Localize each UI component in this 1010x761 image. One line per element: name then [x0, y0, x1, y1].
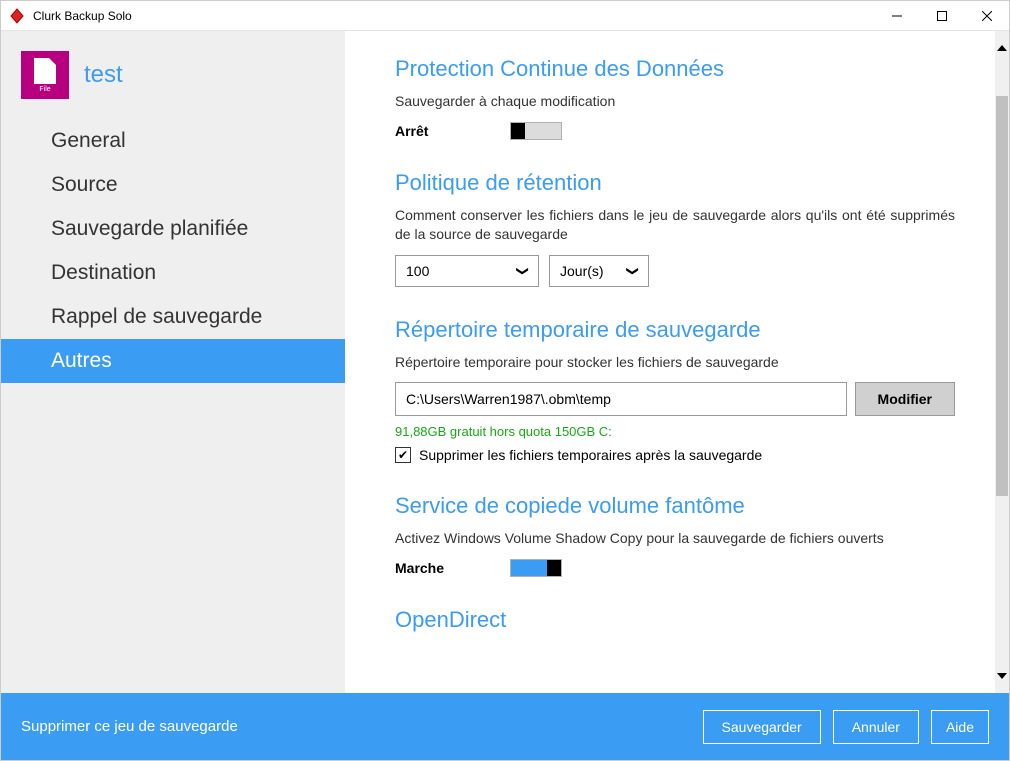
content-area: Protection Continue des Données Sauvegar… — [345, 31, 995, 693]
maximize-button[interactable] — [919, 1, 964, 30]
section-title-tempdir: Répertoire temporaire de sauvegarde — [395, 317, 955, 343]
section-title-retention: Politique de rétention — [395, 170, 955, 196]
save-button[interactable]: Sauvegarder — [703, 710, 821, 744]
nav-others[interactable]: Autres — [1, 339, 345, 383]
free-space-text: 91,88GB gratuit hors quota 150GB C: — [395, 424, 955, 439]
scroll-down-arrow-icon[interactable] — [995, 669, 1009, 683]
section-desc-tempdir: Répertoire temporaire pour stocker les f… — [395, 353, 955, 373]
help-button[interactable]: Aide — [931, 710, 989, 744]
modify-button[interactable]: Modifier — [855, 382, 955, 416]
scroll-thumb[interactable] — [996, 96, 1008, 496]
close-button[interactable] — [964, 1, 1009, 30]
toggle-vss[interactable] — [510, 559, 562, 577]
app-icon — [9, 8, 25, 24]
titlebar: Clurk Backup Solo — [1, 1, 1009, 31]
toggle-label-cdp: Arrêt — [395, 123, 510, 139]
nav-source[interactable]: Source — [1, 163, 345, 207]
retention-unit-value: Jour(s) — [560, 263, 604, 279]
profile-type-icon: File — [21, 51, 69, 99]
scrollbar[interactable] — [995, 31, 1009, 693]
section-desc-retention: Comment conserver les fichiers dans le j… — [395, 206, 955, 245]
chevron-down-icon: ❯ — [516, 266, 530, 276]
section-title-vss: Service de copiede volume fantôme — [395, 493, 955, 519]
sidebar: File test General Source Sauvegarde plan… — [1, 31, 345, 693]
footer-bar: Supprimer ce jeu de sauvegarde Sauvegard… — [1, 693, 1009, 760]
retention-count-select[interactable]: 100 ❯ — [395, 255, 539, 287]
retention-count-value: 100 — [406, 263, 429, 279]
section-title-cdp: Protection Continue des Données — [395, 56, 955, 82]
minimize-button[interactable] — [874, 1, 919, 30]
chevron-down-icon: ❯ — [626, 266, 640, 276]
toggle-cdp[interactable] — [510, 122, 562, 140]
delete-temp-label: Supprimer les fichiers temporaires après… — [419, 447, 762, 463]
nav-destination[interactable]: Destination — [1, 251, 345, 295]
nav-general[interactable]: General — [1, 119, 345, 163]
section-title-opendirect: OpenDirect — [395, 607, 955, 633]
scroll-up-arrow-icon[interactable] — [995, 41, 1009, 55]
nav-scheduled-backup[interactable]: Sauvegarde planifiée — [1, 207, 345, 251]
tempdir-path-input[interactable] — [395, 382, 847, 416]
profile-name: test — [84, 61, 123, 89]
nav-backup-reminder[interactable]: Rappel de sauvegarde — [1, 295, 345, 339]
retention-unit-select[interactable]: Jour(s) ❯ — [549, 255, 649, 287]
delete-temp-checkbox[interactable]: ✔ — [395, 447, 411, 463]
delete-backup-set-link[interactable]: Supprimer ce jeu de sauvegarde — [21, 718, 703, 735]
window-title: Clurk Backup Solo — [33, 9, 874, 23]
cancel-button[interactable]: Annuler — [833, 710, 919, 744]
toggle-label-vss: Marche — [395, 560, 510, 576]
section-desc-cdp: Sauvegarder à chaque modification — [395, 92, 955, 112]
section-desc-vss: Activez Windows Volume Shadow Copy pour … — [395, 529, 955, 549]
